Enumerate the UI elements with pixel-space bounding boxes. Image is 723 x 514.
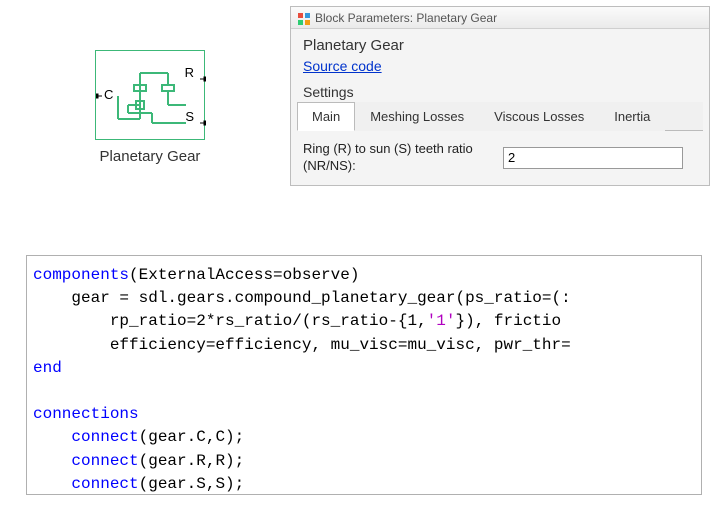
code-listing: components(ExternalAccess=observe) gear …	[27, 256, 701, 495]
param-row-teeth-ratio: Ring (R) to sun (S) teeth ratio (NR/NS):	[291, 131, 709, 185]
tab-viscous-losses[interactable]: Viscous Losses	[479, 102, 599, 131]
settings-label: Settings	[291, 80, 709, 102]
block-parameters-dialog: Block Parameters: Planetary Gear Planeta…	[290, 6, 710, 186]
port-c-label: C	[104, 87, 113, 102]
tab-meshing-losses[interactable]: Meshing Losses	[355, 102, 479, 131]
block-label: Planetary Gear	[70, 148, 230, 165]
source-code-link[interactable]: Source code	[291, 58, 394, 80]
port-s-label: S	[185, 109, 194, 124]
tab-inertia[interactable]: Inertia	[599, 102, 665, 131]
tab-bar: Main Meshing Losses Viscous Losses Inert…	[297, 102, 703, 131]
planetary-gear-block[interactable]: C R S Planetary Gear	[70, 50, 230, 165]
dialog-titlebar: Block Parameters: Planetary Gear	[291, 7, 709, 29]
param-label-teeth-ratio: Ring (R) to sun (S) teeth ratio (NR/NS):	[303, 141, 493, 175]
port-r-label: R	[185, 65, 194, 80]
dialog-heading: Planetary Gear	[291, 29, 709, 58]
source-code-panel: components(ExternalAccess=observe) gear …	[26, 255, 702, 495]
dialog-title-text: Block Parameters: Planetary Gear	[315, 11, 497, 25]
teeth-ratio-input[interactable]	[503, 147, 683, 169]
app-icon	[297, 12, 311, 26]
tab-main[interactable]: Main	[297, 102, 355, 131]
block-icon: C R S	[95, 50, 205, 140]
